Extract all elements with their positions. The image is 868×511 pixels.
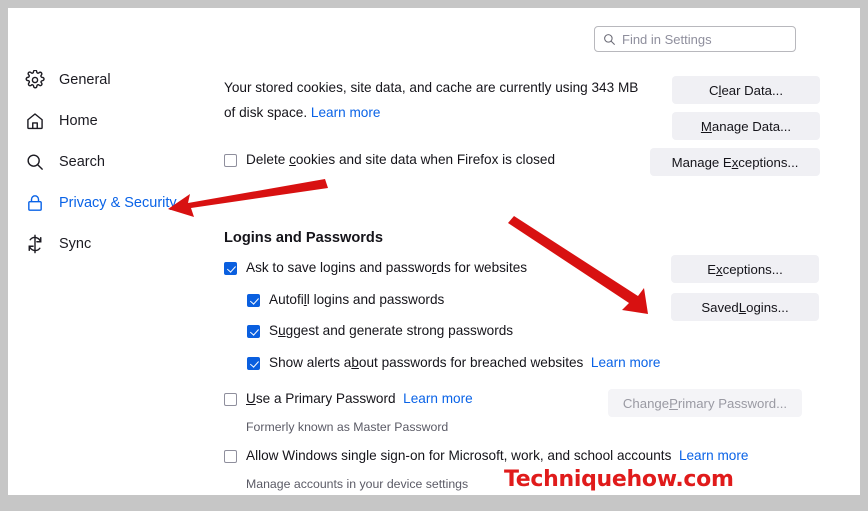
windows-sso-row[interactable]: Allow Windows single sign-on for Microso…: [224, 448, 748, 464]
settings-sidebar: General Home Search Privacy & Security S…: [8, 66, 204, 271]
delete-cookies-checkbox[interactable]: [224, 154, 237, 167]
find-in-settings-box[interactable]: [594, 26, 796, 52]
change-primary-password-button: Change Primary Password...: [608, 389, 802, 417]
breach-alerts-checkbox[interactable]: [247, 357, 260, 370]
delete-cookies-label: Delete cookies and site data when Firefo…: [246, 152, 556, 167]
watermark: Techniquehow.com: [504, 467, 734, 492]
manage-data-button[interactable]: Manage Data...: [672, 112, 820, 140]
windows-sso-label: Allow Windows single sign-on for Microso…: [246, 448, 749, 463]
logins-passwords-heading: Logins and Passwords: [224, 230, 383, 246]
arrow-to-saved-logins: [508, 216, 648, 314]
learn-more-link-primary-password[interactable]: Learn more: [403, 391, 473, 406]
autofill-logins-checkbox[interactable]: [247, 294, 260, 307]
learn-more-link-windows-sso[interactable]: Learn more: [679, 448, 749, 463]
ask-to-save-logins-checkbox[interactable]: [224, 262, 237, 275]
saved-logins-button[interactable]: Saved Logins...: [671, 293, 819, 321]
cookies-storage-description: Your stored cookies, site data, and cach…: [224, 75, 649, 125]
ask-to-save-logins-label: Ask to save logins and passwords for web…: [246, 260, 528, 275]
exceptions-button[interactable]: Ex ceptions...: [671, 255, 819, 283]
lock-icon: [25, 193, 51, 213]
learn-more-link-cookies[interactable]: Learn more: [311, 105, 381, 120]
primary-password-row[interactable]: Use a Primary Password Learn more: [224, 391, 473, 407]
sync-icon: [25, 234, 51, 254]
windows-sso-subtext: Manage accounts in your device settings: [246, 477, 469, 491]
gear-icon: [25, 70, 51, 90]
primary-password-checkbox[interactable]: [224, 393, 237, 406]
suggest-strong-passwords-row[interactable]: Suggest and generate strong passwords: [247, 323, 513, 339]
primary-password-label: Use a Primary Password Learn more: [246, 391, 473, 406]
sidebar-item-general[interactable]: General: [8, 66, 204, 94]
search-icon: [25, 152, 51, 172]
suggest-strong-passwords-label: Suggest and generate strong passwords: [269, 323, 514, 338]
clear-data-button[interactable]: Cl ear Data...: [672, 76, 820, 104]
sidebar-item-label: Privacy & Security: [59, 195, 177, 211]
suggest-strong-passwords-checkbox[interactable]: [247, 325, 260, 338]
home-icon: [25, 111, 51, 131]
sidebar-item-label: Search: [59, 154, 105, 170]
primary-password-subtext: Formerly known as Master Password: [246, 420, 449, 434]
cookies-description-text: Your stored cookies, site data, and cach…: [224, 80, 639, 120]
sidebar-item-privacy-security[interactable]: Privacy & Security: [8, 189, 204, 217]
sidebar-item-label: Home: [59, 113, 98, 129]
sidebar-item-label: Sync: [59, 236, 92, 252]
sidebar-item-label: General: [59, 72, 111, 88]
autofill-logins-row[interactable]: Autofill logins and passwords: [247, 292, 444, 308]
sidebar-item-search[interactable]: Search: [8, 148, 204, 176]
ask-to-save-logins-row[interactable]: Ask to save logins and passwords for web…: [224, 260, 527, 276]
breach-alerts-row[interactable]: Show alerts about passwords for breached…: [247, 355, 660, 371]
settings-page: General Home Search: [8, 8, 860, 495]
search-input[interactable]: [622, 31, 772, 47]
autofill-logins-label: Autofill logins and passwords: [269, 292, 445, 307]
sidebar-item-sync[interactable]: Sync: [8, 230, 204, 258]
delete-cookies-on-close-row[interactable]: Delete cookies and site data when Firefo…: [224, 152, 555, 168]
windows-sso-checkbox[interactable]: [224, 450, 237, 463]
breach-alerts-label: Show alerts about passwords for breached…: [269, 355, 661, 370]
manage-exceptions-button[interactable]: Manage Ex ceptions...: [650, 148, 820, 176]
learn-more-link-breach[interactable]: Learn more: [591, 355, 661, 370]
sidebar-item-home[interactable]: Home: [8, 107, 204, 135]
search-icon: [603, 33, 616, 46]
